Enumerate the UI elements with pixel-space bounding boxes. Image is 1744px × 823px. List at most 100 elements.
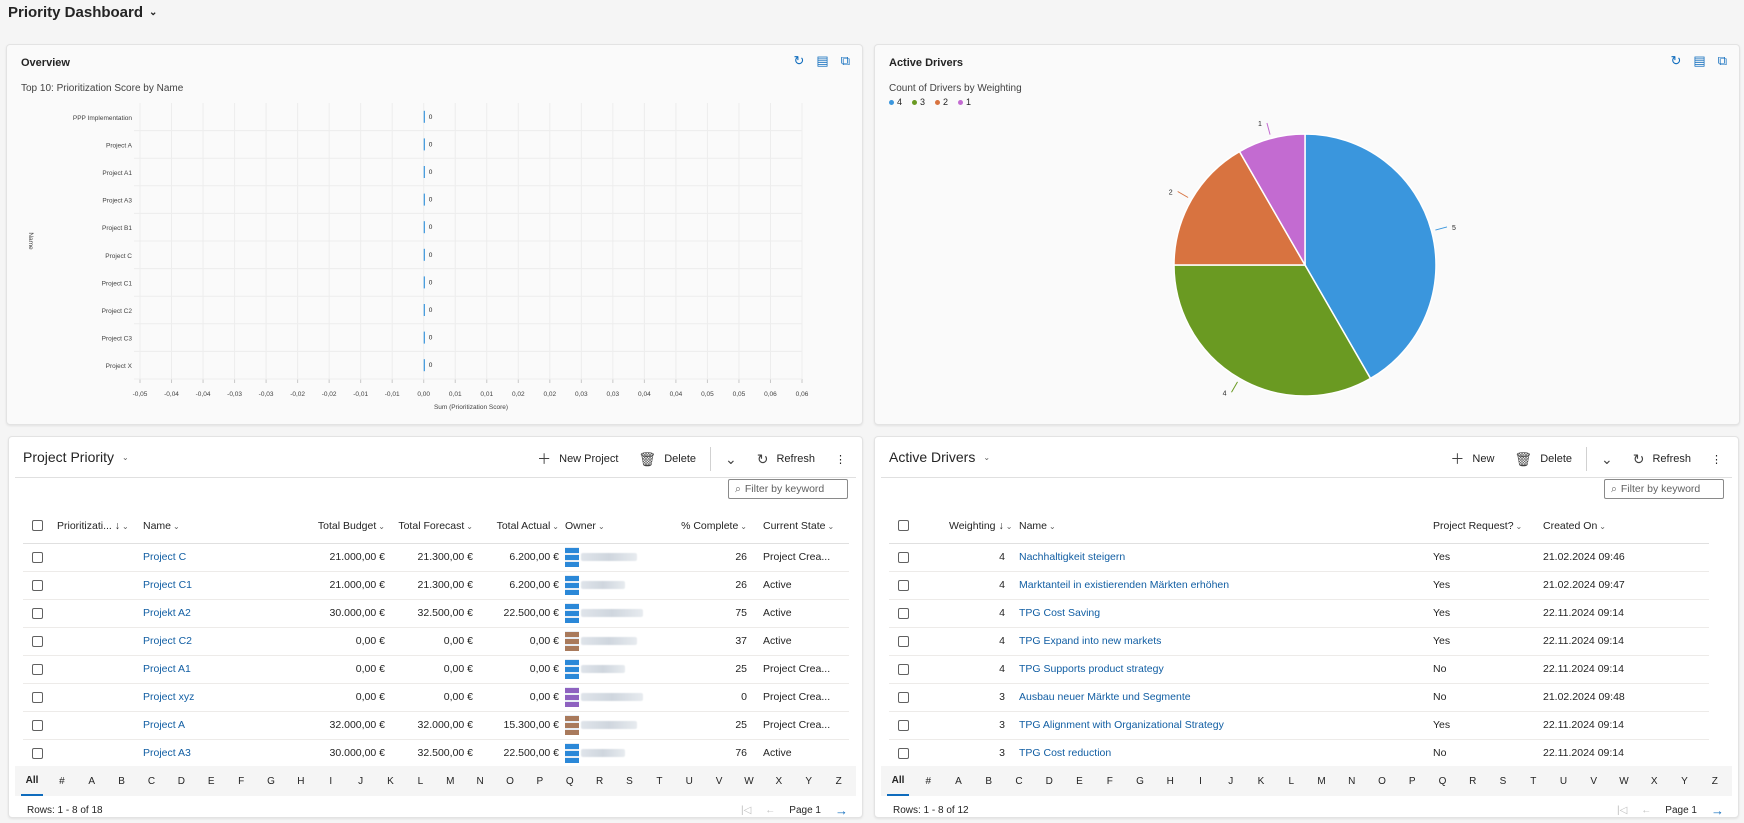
alphabet-filter-u[interactable]: U: [1553, 768, 1575, 795]
row-checkbox[interactable]: [898, 635, 909, 647]
table-row[interactable]: 4 TPG Expand into new markets Yes 22.11.202…: [889, 627, 1709, 656]
row-checkbox[interactable]: [898, 551, 909, 563]
table-row[interactable]: 4 Marktanteil in existierenden Märkten er…: [889, 571, 1709, 600]
alphabet-filter-u[interactable]: U: [678, 768, 700, 795]
row-checkbox[interactable]: [32, 747, 43, 759]
owner-lookup[interactable]: [565, 715, 701, 735]
project-view-selector[interactable]: Project Priority ⌄: [23, 449, 129, 465]
column-header-project-request[interactable]: Project Request? ⌄: [1433, 509, 1543, 544]
alphabet-filter-h[interactable]: H: [290, 768, 312, 795]
driver-name-link[interactable]: Ausbau neuer Märkte und Segmente: [1013, 683, 1433, 712]
previous-page-icon[interactable]: ←: [1641, 805, 1651, 816]
alphabet-filter-all[interactable]: All: [887, 767, 909, 796]
first-page-icon[interactable]: |◁: [1617, 805, 1627, 816]
row-checkbox[interactable]: [32, 579, 43, 591]
alphabet-filter-m[interactable]: M: [439, 768, 461, 795]
project-name-link[interactable]: Project xyz: [143, 683, 309, 712]
column-header-total-budget[interactable]: Total Budget ⌄: [309, 509, 391, 544]
table-row[interactable]: Project A3 30.000,00 €32.500,00 €22.500,0…: [23, 739, 849, 768]
alphabet-filter-g[interactable]: G: [1129, 768, 1151, 795]
project-name-link[interactable]: Project A1: [143, 655, 309, 684]
select-all-checkbox[interactable]: [898, 520, 909, 532]
alphabet-filter-hash[interactable]: #: [51, 768, 73, 795]
alphabet-filter-v[interactable]: V: [708, 768, 730, 795]
row-checkbox[interactable]: [32, 635, 43, 647]
alphabet-filter-m[interactable]: M: [1311, 768, 1333, 795]
alphabet-filter-t[interactable]: T: [648, 768, 670, 795]
alphabet-filter-z[interactable]: Z: [828, 768, 850, 795]
project-name-link[interactable]: Project C: [143, 543, 309, 572]
table-row[interactable]: Project A 32.000,00 €32.000,00 €15.300,00…: [23, 711, 849, 740]
alphabet-filter-r[interactable]: R: [589, 768, 611, 795]
row-checkbox[interactable]: [32, 691, 43, 703]
filter-input[interactable]: ⌕ Filter by keyword: [1604, 479, 1724, 499]
alphabet-filter-n[interactable]: N: [469, 768, 491, 795]
driver-name-link[interactable]: TPG Alignment with Organizational Strate…: [1013, 711, 1433, 740]
row-checkbox[interactable]: [898, 607, 909, 619]
alphabet-filter-s[interactable]: S: [1492, 768, 1514, 795]
row-checkbox[interactable]: [898, 691, 909, 703]
alphabet-filter-k[interactable]: K: [1250, 768, 1272, 795]
alphabet-filter-f[interactable]: F: [1099, 768, 1121, 795]
column-header-created-on[interactable]: Created On ⌄: [1543, 509, 1709, 544]
driver-name-link[interactable]: TPG Cost reduction: [1013, 739, 1433, 768]
alphabet-filter-i[interactable]: I: [1190, 768, 1212, 795]
project-name-link[interactable]: Project A3: [143, 739, 309, 768]
table-row[interactable]: 3 TPG Cost reduction No 22.11.2024 09:14: [889, 739, 1709, 768]
alphabet-filter-l[interactable]: L: [1280, 768, 1302, 795]
owner-lookup[interactable]: [565, 547, 701, 567]
alphabet-filter-q[interactable]: Q: [1432, 768, 1454, 795]
alphabet-filter-d[interactable]: D: [170, 768, 192, 795]
alphabet-filter-e[interactable]: E: [1069, 768, 1091, 795]
table-row[interactable]: Projekt A2 30.000,00 €32.500,00 €22.500,0…: [23, 599, 849, 628]
owner-lookup[interactable]: [565, 743, 701, 763]
driver-name-link[interactable]: TPG Supports product strategy: [1013, 655, 1433, 684]
alphabet-filter-r[interactable]: R: [1462, 768, 1484, 795]
owner-lookup[interactable]: [565, 603, 701, 623]
column-header-weighting[interactable]: Weighting ↓ ⌄: [923, 509, 1013, 544]
alphabet-filter-n[interactable]: N: [1341, 768, 1363, 795]
delete-button[interactable]: 🗑 Delete: [632, 451, 702, 468]
owner-lookup[interactable]: [565, 659, 701, 679]
column-header-current-state[interactable]: Current State ⌄: [753, 509, 849, 544]
driver-name-link[interactable]: Nachhaltigkeit steigern: [1013, 543, 1433, 572]
more-dropdown[interactable]: ⌄: [1595, 451, 1619, 468]
alphabet-filter-t[interactable]: T: [1522, 768, 1544, 795]
next-page-icon[interactable]: →: [1711, 803, 1724, 818]
alphabet-filter-s[interactable]: S: [619, 768, 641, 795]
project-name-link[interactable]: Project A: [143, 711, 309, 740]
more-options-icon[interactable]: ⋮: [829, 453, 852, 466]
alphabet-filter-v[interactable]: V: [1583, 768, 1605, 795]
alphabet-filter-p[interactable]: P: [1401, 768, 1423, 795]
delete-button[interactable]: 🗑 Delete: [1508, 451, 1578, 468]
column-header-name[interactable]: Name ⌄: [143, 509, 309, 544]
table-row[interactable]: 3 Ausbau neuer Märkte und Segmente No 21.02…: [889, 683, 1709, 712]
drivers-view-selector[interactable]: Active Drivers ⌄: [889, 449, 990, 465]
table-row[interactable]: Project A1 0,00 €0,00 €0,00 €25 Project Cr…: [23, 655, 849, 684]
column-header-prioritization[interactable]: Prioritizati... ↓ ⌄: [57, 509, 143, 544]
alphabet-filter-all[interactable]: All: [21, 767, 43, 796]
row-checkbox[interactable]: [898, 663, 909, 675]
driver-name-link[interactable]: Marktanteil in existierenden Märkten erh…: [1013, 571, 1433, 600]
alphabet-filter-w[interactable]: W: [1613, 768, 1635, 795]
alphabet-filter-l[interactable]: L: [409, 768, 431, 795]
alphabet-filter-i[interactable]: I: [320, 768, 342, 795]
alphabet-filter-x[interactable]: X: [1643, 768, 1665, 795]
project-name-link[interactable]: Project C1: [143, 571, 309, 600]
table-row[interactable]: 3 TPG Alignment with Organizational Strat…: [889, 711, 1709, 740]
project-name-link[interactable]: Projekt A2: [143, 599, 309, 628]
alphabet-filter-hash[interactable]: #: [917, 768, 939, 795]
row-checkbox[interactable]: [32, 663, 43, 675]
more-options-icon[interactable]: ⋮: [1705, 453, 1728, 466]
alphabet-filter-p[interactable]: P: [529, 768, 551, 795]
alphabet-filter-j[interactable]: J: [350, 768, 372, 795]
filter-input[interactable]: ⌕ Filter by keyword: [728, 479, 848, 499]
table-row[interactable]: 4 Nachhaltigkeit steigern Yes 21.02.2024 09…: [889, 543, 1709, 572]
alphabet-filter-c[interactable]: C: [1008, 768, 1030, 795]
row-checkbox[interactable]: [898, 579, 909, 591]
alphabet-filter-q[interactable]: Q: [559, 768, 581, 795]
alphabet-filter-e[interactable]: E: [200, 768, 222, 795]
refresh-button[interactable]: ↻ Refresh: [1627, 451, 1697, 468]
row-checkbox[interactable]: [32, 607, 43, 619]
alphabet-filter-a[interactable]: A: [948, 768, 970, 795]
